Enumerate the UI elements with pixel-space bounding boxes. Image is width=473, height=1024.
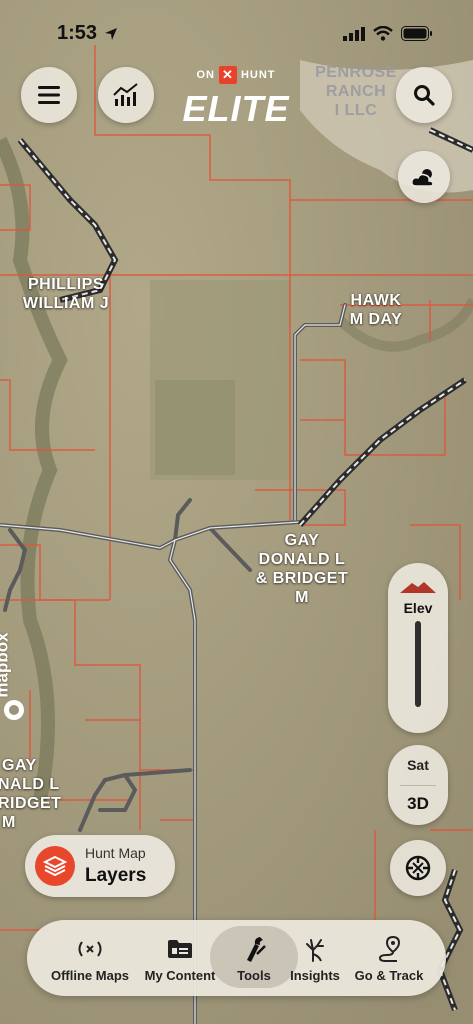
tab-label: Tools (237, 968, 271, 983)
3d-toggle[interactable]: 3D (388, 794, 448, 814)
owner-line: GAY (2, 757, 37, 774)
owner-label-gay-left[interactable]: GAY NALD L RIDGET M (0, 756, 68, 832)
stats-button[interactable] (98, 67, 154, 123)
elevation-panel[interactable]: Elev (388, 563, 448, 733)
mapbox-attribution[interactable]: mapbox (0, 610, 28, 725)
tab-label: Insights (290, 968, 340, 983)
owner-line: NALD L (0, 776, 60, 793)
offline-signal-icon (77, 936, 103, 962)
owner-line: HAWK (350, 292, 402, 309)
owner-label-phillips[interactable]: PHILLIPS WILLIAM J (18, 275, 114, 313)
layers-main-label: Layers (85, 865, 147, 886)
basemap-panel[interactable]: Sat 3D (388, 745, 448, 825)
status-time: 1:53 (57, 22, 98, 44)
tab-go-track[interactable]: Go & Track (349, 920, 429, 996)
elevation-label: Elev (403, 600, 433, 616)
mapbox-logo-icon (4, 700, 24, 720)
trend-chart-icon (113, 83, 138, 106)
divider (400, 785, 436, 786)
folder-icon (167, 936, 193, 962)
owner-label-gay-center[interactable]: GAY DONALD L & BRIDGET M (250, 531, 354, 607)
layers-sub-label: Hunt Map (85, 845, 146, 861)
compass-button[interactable] (390, 840, 446, 896)
menu-button[interactable] (21, 67, 77, 123)
layers-icon (35, 846, 75, 886)
owner-line: M (295, 589, 309, 606)
owner-line: M DAY (349, 311, 403, 328)
owner-line: GAY (284, 532, 320, 549)
logo-on: ON (196, 69, 215, 81)
route-pin-icon (377, 936, 401, 962)
onx-elite-logo: ON ✕ HUNT ELITE (174, 66, 298, 130)
logo-elite: ELITE (182, 88, 290, 129)
wifi-icon (373, 26, 393, 41)
location-arrow-icon (105, 28, 117, 40)
deer-antler-icon (303, 936, 327, 962)
cellular-signal-icon (343, 26, 365, 41)
owner-line: PHILLIPS (27, 276, 104, 293)
owner-line: WILLIAM J (22, 295, 110, 312)
owner-line: PENROSE (315, 64, 397, 81)
tab-label: Go & Track (354, 968, 424, 983)
battery-icon (401, 26, 432, 41)
search-icon (414, 85, 435, 106)
logo-hunt: HUNT (240, 69, 276, 81)
hamburger-icon (38, 86, 60, 104)
logo-x: ✕ (218, 66, 237, 84)
satellite-toggle[interactable]: Sat (388, 757, 448, 773)
owner-line: RIDGET (0, 795, 62, 812)
mountain-icon (400, 582, 436, 593)
mapbox-label: mapbox (0, 632, 12, 698)
status-bar: 1:53 (0, 0, 473, 70)
owner-line: M (2, 814, 16, 831)
owner-line: I LLC (334, 102, 378, 119)
status-icons (343, 26, 433, 41)
weather-cloud-sun-icon (411, 169, 434, 187)
owner-line: RANCH (325, 83, 387, 100)
owner-line: DONALD L (258, 551, 346, 568)
owner-label-penrose[interactable]: PENROSE RANCH I LLC (310, 63, 402, 120)
weather-button[interactable] (398, 151, 450, 203)
tab-label: My Content (144, 968, 216, 983)
tools-icon (241, 936, 267, 962)
bottom-tab-bar: Offline Maps My Content Tools Insights G… (27, 920, 446, 996)
tab-offline-maps[interactable]: Offline Maps (45, 920, 135, 996)
tab-insights[interactable]: Insights (283, 920, 347, 996)
owner-line: & BRIDGET (255, 570, 349, 587)
search-button[interactable] (396, 67, 452, 123)
hunt-map-layers-button[interactable]: Hunt Map Layers (25, 835, 175, 897)
elevation-slider[interactable] (415, 621, 421, 707)
tab-label: Offline Maps (50, 968, 129, 983)
compass-icon (405, 855, 431, 881)
owner-label-hawk[interactable]: HAWK M DAY (340, 291, 412, 329)
